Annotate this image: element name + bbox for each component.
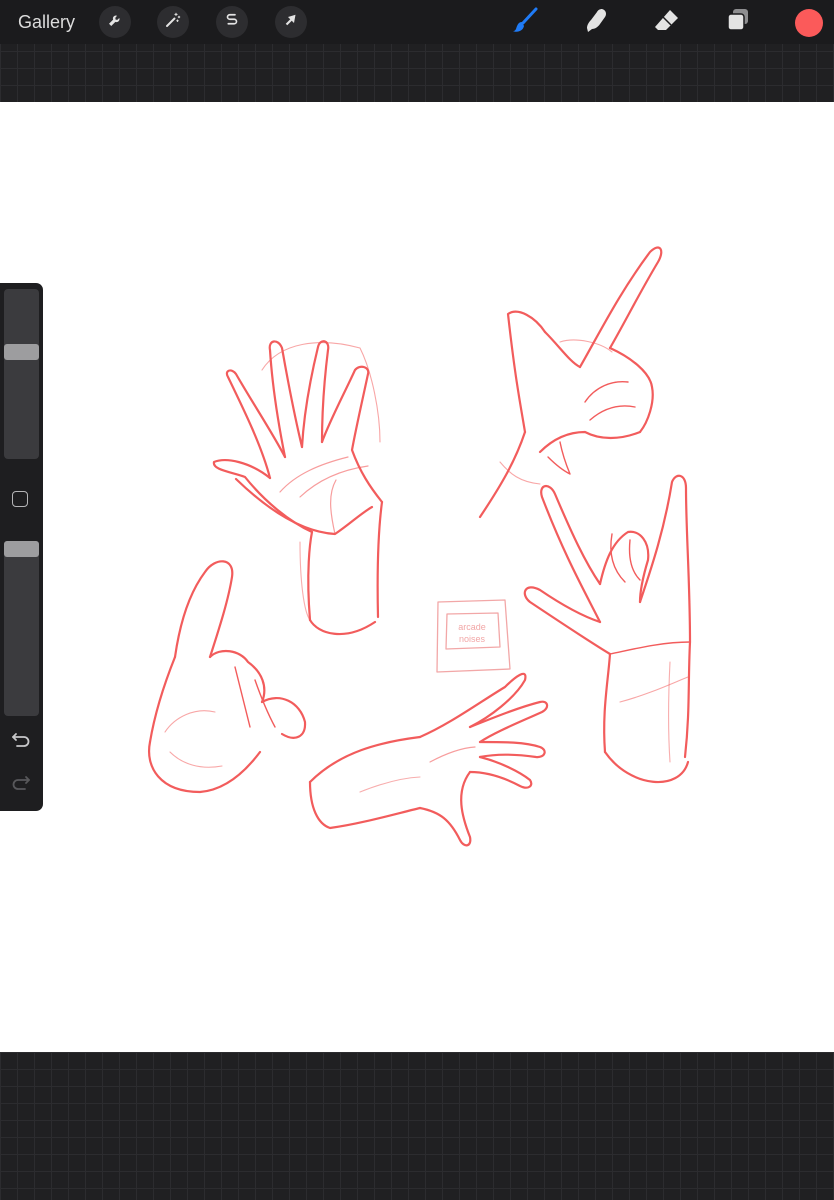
wrench-icon	[106, 11, 124, 34]
sketch-pointing-hand	[478, 246, 663, 519]
layers-button[interactable]	[723, 7, 753, 37]
brush-size-handle[interactable]	[4, 344, 39, 361]
redo-button[interactable]	[10, 774, 32, 796]
brush-size-slider[interactable]	[4, 289, 39, 459]
workspace-grid-bottom	[0, 1052, 834, 1200]
undo-arrow-icon	[11, 731, 31, 754]
eraser-icon	[653, 6, 681, 39]
opacity-slider[interactable]	[4, 541, 39, 716]
watermark-line-2: noises	[459, 634, 486, 644]
layers-icon	[724, 6, 752, 39]
drawing-canvas[interactable]: arcade noises	[0, 102, 834, 1052]
adjustments-button[interactable]	[157, 6, 189, 38]
sketch-reaching-hand	[308, 672, 549, 847]
left-sidebar	[0, 283, 43, 811]
brush-icon	[511, 6, 539, 39]
transform-button[interactable]	[275, 6, 307, 38]
arrow-cursor-icon	[282, 11, 300, 34]
sketch-pointing-up-hand	[148, 560, 307, 794]
opacity-handle[interactable]	[4, 541, 39, 557]
smudge-finger-icon	[582, 6, 610, 39]
watermark-line-1: arcade	[458, 622, 486, 632]
color-picker-button[interactable]	[795, 9, 823, 37]
gallery-button[interactable]: Gallery	[18, 11, 75, 33]
undo-button[interactable]	[10, 731, 32, 753]
modify-button[interactable]	[12, 491, 28, 507]
eraser-tool-button[interactable]	[652, 7, 682, 37]
actions-button[interactable]	[99, 6, 131, 38]
selection-s-icon	[223, 11, 241, 34]
redo-arrow-icon	[11, 774, 31, 797]
top-toolbar: Gallery	[0, 0, 834, 44]
sketch-open-palm	[212, 340, 384, 636]
selection-button[interactable]	[216, 6, 248, 38]
magic-wand-icon	[164, 11, 182, 34]
brush-tool-button[interactable]	[510, 7, 540, 37]
smudge-tool-button[interactable]	[581, 7, 611, 37]
sketch-rock-sign-hand	[523, 474, 692, 784]
hand-sketches: arcade noises	[148, 246, 692, 847]
